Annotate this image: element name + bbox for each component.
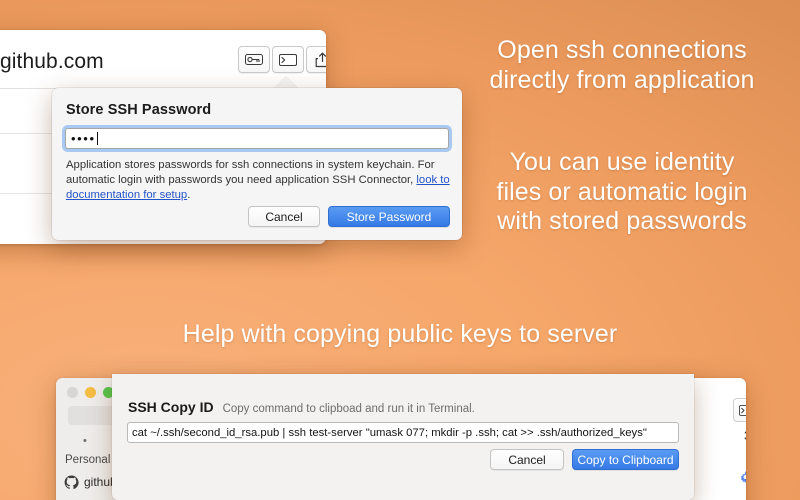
minimize-window-button[interactable] [85,387,96,398]
promo-headline-identity: You can use identity files or automatic … [496,148,748,235]
sidebar-bullet: • [83,435,87,447]
ssh-copy-id-sheet: SSH Copy ID Copy command to clipboad and… [112,374,694,500]
copy-to-clipboard-button[interactable]: Copy to Clipboard [572,449,679,470]
sidebar-group-label: Personal [65,454,111,466]
share-icon-button[interactable] [306,46,326,73]
password-masked-value: •••• [71,131,96,146]
octocat-icon [64,475,79,490]
key-icon-button[interactable] [238,46,270,73]
store-ssh-password-popover: Store SSH Password •••• Application stor… [52,88,462,240]
close-window-button[interactable] [67,387,78,398]
key-icon [245,54,263,65]
terminal-icon-button[interactable] [272,46,304,73]
popover-description: Application stores passwords for ssh con… [66,158,450,203]
host-count-label: 3 [744,428,746,443]
cancel-button[interactable]: Cancel [248,206,320,227]
share-icon [315,52,326,67]
sheet-header: SSH Copy ID Copy command to clipboad and… [128,399,475,415]
terminal-icon [279,53,297,66]
promo-screenshot: github.com Store SSH Password •••• Appli… [0,0,800,500]
gear-icon [740,471,746,483]
sheet-subtitle: Copy command to clipboad and run it in T… [222,403,475,415]
description-tail: . [187,188,191,201]
terminal-icon [739,404,746,416]
gear-icon-button[interactable] [738,470,746,490]
description-text: Application stores passwords for ssh con… [66,159,435,186]
terminal-icon-button[interactable] [733,398,746,422]
cancel-button[interactable]: Cancel [490,449,564,470]
popover-title: Store SSH Password [66,102,212,118]
promo-headline-open-ssh: Open ssh connections directly from appli… [489,36,755,94]
text-caret [96,132,98,145]
store-password-button[interactable]: Store Password [328,206,450,227]
host-title: github.com [0,50,104,73]
command-input[interactable]: cat ~/.ssh/second_id_rsa.pub | ssh test-… [127,422,679,443]
sheet-title: SSH Copy ID [128,399,214,415]
password-input[interactable]: •••• [65,128,449,149]
promo-headline-copy-keys: Help with copying public keys to server [182,320,618,348]
